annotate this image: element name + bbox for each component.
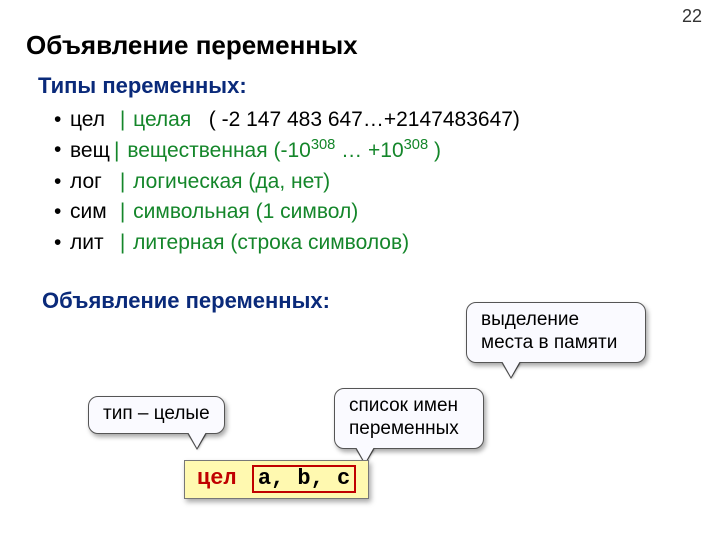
list-item: сим | символьная (1 символ): [54, 197, 684, 227]
page-title: Объявление переменных: [26, 30, 684, 61]
list-item: лит | литерная (строка символов): [54, 228, 684, 258]
callout-text: выделение места в памяти: [481, 309, 617, 353]
types-list: цел | целая ( -2 147 483 647…+2147483647…: [54, 105, 684, 258]
type-range: (-10308 … +10308 ): [273, 139, 441, 162]
type-keyword: цел: [70, 105, 114, 135]
code-vars: a, b, c: [252, 465, 356, 493]
separator: |: [114, 139, 119, 162]
type-range: ( -2 147 483 647…+2147483647): [209, 108, 520, 131]
type-desc: литерная: [133, 231, 224, 254]
separator: |: [120, 170, 125, 193]
type-keyword: лит: [70, 228, 114, 258]
list-item: цел | целая ( -2 147 483 647…+2147483647…: [54, 105, 684, 135]
type-desc: целая: [133, 108, 191, 131]
type-desc: вещественная: [127, 139, 267, 162]
slide: 22 Объявление переменных Типы переменных…: [0, 0, 720, 540]
type-desc: логическая: [133, 170, 242, 193]
type-desc: символьная: [133, 200, 250, 223]
page-number: 22: [682, 6, 702, 27]
separator: |: [120, 231, 125, 254]
callout-text: тип – целые: [103, 403, 210, 424]
separator: |: [120, 108, 125, 131]
type-range: (строка символов): [230, 231, 409, 254]
list-item: лог | логическая (да, нет): [54, 167, 684, 197]
code-keyword: цел: [197, 466, 237, 491]
type-range: (1 символ): [256, 200, 359, 223]
code-box: цел a, b, c: [184, 460, 369, 499]
callout-text: список имен переменных: [349, 395, 459, 439]
list-item: вещ| вещественная (-10308 … +10308 ): [54, 135, 684, 166]
type-keyword: лог: [70, 167, 114, 197]
callout-var-list: список имен переменных: [334, 388, 484, 449]
type-range: (да, нет): [248, 170, 330, 193]
separator: |: [120, 200, 125, 223]
types-heading: Типы переменных:: [38, 73, 684, 99]
type-keyword: вещ: [70, 136, 114, 166]
type-keyword: сим: [70, 197, 114, 227]
callout-memory-allocation: выделение места в памяти: [466, 302, 646, 363]
callout-type-int: тип – целые: [88, 396, 225, 434]
